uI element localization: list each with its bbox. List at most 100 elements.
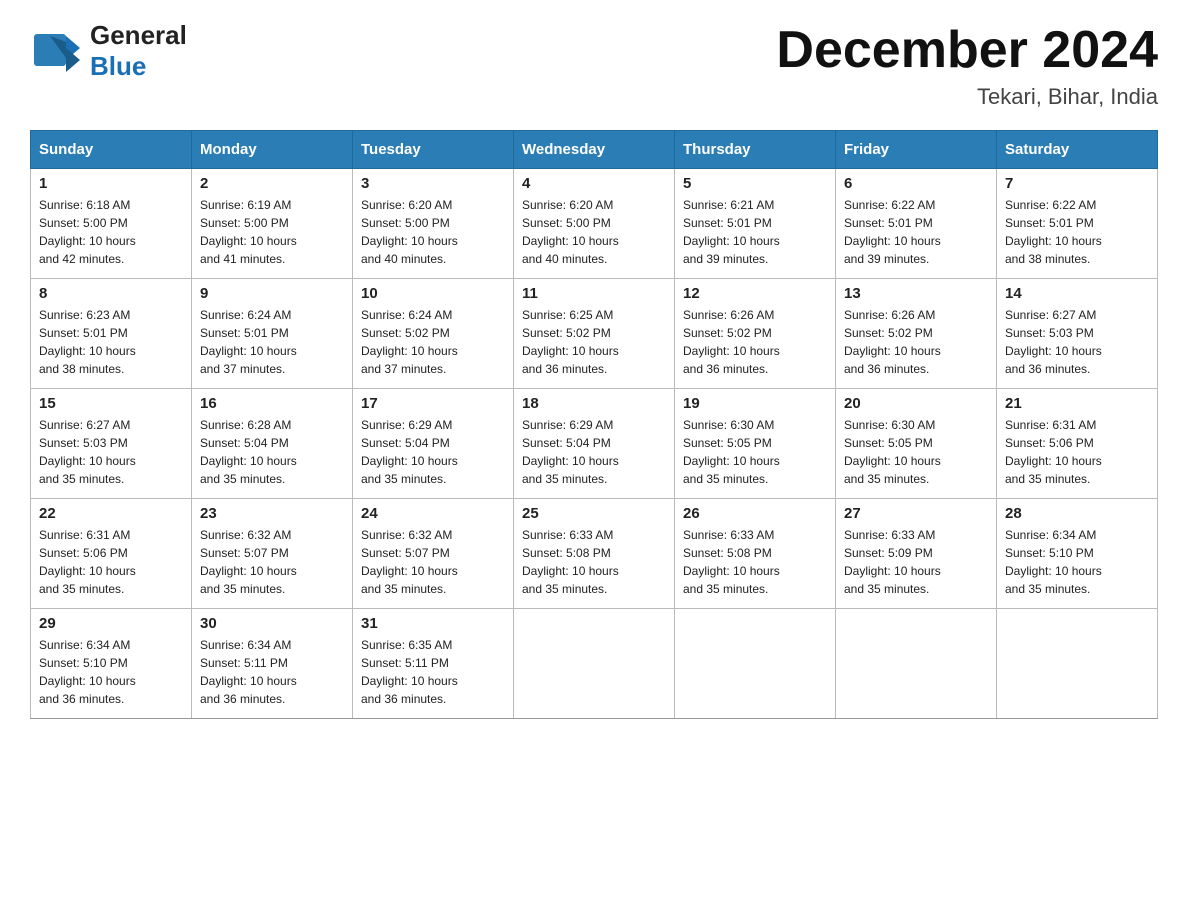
- day-info: Sunrise: 6:23 AMSunset: 5:01 PMDaylight:…: [39, 306, 183, 378]
- calendar-cell: 13 Sunrise: 6:26 AMSunset: 5:02 PMDayligh…: [836, 279, 997, 389]
- day-number: 9: [200, 285, 344, 302]
- weekday-header-wednesday: Wednesday: [514, 131, 675, 169]
- day-number: 5: [683, 175, 827, 192]
- day-info: Sunrise: 6:35 AMSunset: 5:11 PMDaylight:…: [361, 636, 505, 708]
- day-number: 23: [200, 505, 344, 522]
- calendar-cell: 16 Sunrise: 6:28 AMSunset: 5:04 PMDayligh…: [192, 389, 353, 499]
- day-info: Sunrise: 6:27 AMSunset: 5:03 PMDaylight:…: [39, 416, 183, 488]
- calendar-cell: 24 Sunrise: 6:32 AMSunset: 5:07 PMDayligh…: [353, 499, 514, 609]
- logo-line2: Blue: [90, 51, 187, 82]
- calendar-cell: 27 Sunrise: 6:33 AMSunset: 5:09 PMDayligh…: [836, 499, 997, 609]
- calendar-cell: [836, 609, 997, 719]
- day-number: 30: [200, 615, 344, 632]
- day-info: Sunrise: 6:34 AMSunset: 5:11 PMDaylight:…: [200, 636, 344, 708]
- calendar-cell: 20Sunrise: 6:30 AMSunset: 5:05 PMDayligh…: [836, 389, 997, 499]
- day-info: Sunrise: 6:22 AMSunset: 5:01 PMDaylight:…: [1005, 196, 1149, 268]
- day-number: 8: [39, 285, 183, 302]
- day-info: Sunrise: 6:30 AMSunset: 5:05 PMDaylight:…: [683, 416, 827, 488]
- calendar-table: SundayMondayTuesdayWednesdayThursdayFrid…: [30, 130, 1158, 719]
- calendar-header: SundayMondayTuesdayWednesdayThursdayFrid…: [31, 131, 1158, 169]
- day-number: 17: [361, 395, 505, 412]
- weekday-header-monday: Monday: [192, 131, 353, 169]
- day-number: 27: [844, 505, 988, 522]
- calendar-cell: 2Sunrise: 6:19 AMSunset: 5:00 PMDaylight…: [192, 169, 353, 279]
- day-number: 16: [200, 395, 344, 412]
- calendar-week-2: 8 Sunrise: 6:23 AMSunset: 5:01 PMDaylight…: [31, 279, 1158, 389]
- weekday-header-friday: Friday: [836, 131, 997, 169]
- calendar-cell: 1Sunrise: 6:18 AMSunset: 5:00 PMDaylight…: [31, 169, 192, 279]
- page-header: General Blue December 2024 Tekari, Bihar…: [30, 20, 1158, 110]
- calendar-cell: 12 Sunrise: 6:26 AMSunset: 5:02 PMDayligh…: [675, 279, 836, 389]
- day-number: 12: [683, 285, 827, 302]
- calendar-cell: 10 Sunrise: 6:24 AMSunset: 5:02 PMDayligh…: [353, 279, 514, 389]
- day-number: 7: [1005, 175, 1149, 192]
- title-block: December 2024 Tekari, Bihar, India: [776, 20, 1158, 110]
- day-info: Sunrise: 6:31 AMSunset: 5:06 PMDaylight:…: [39, 526, 183, 598]
- day-info: Sunrise: 6:33 AMSunset: 5:08 PMDaylight:…: [683, 526, 827, 598]
- day-info: Sunrise: 6:26 AMSunset: 5:02 PMDaylight:…: [683, 306, 827, 378]
- day-info: Sunrise: 6:34 AMSunset: 5:10 PMDaylight:…: [1005, 526, 1149, 598]
- calendar-cell: [675, 609, 836, 719]
- calendar-body: 1Sunrise: 6:18 AMSunset: 5:00 PMDaylight…: [31, 169, 1158, 719]
- day-number: 22: [39, 505, 183, 522]
- calendar-cell: [997, 609, 1158, 719]
- day-info: Sunrise: 6:33 AMSunset: 5:08 PMDaylight:…: [522, 526, 666, 598]
- day-info: Sunrise: 6:32 AMSunset: 5:07 PMDaylight:…: [200, 526, 344, 598]
- day-number: 3: [361, 175, 505, 192]
- day-number: 13: [844, 285, 988, 302]
- day-info: Sunrise: 6:29 AMSunset: 5:04 PMDaylight:…: [522, 416, 666, 488]
- calendar-cell: 17Sunrise: 6:29 AMSunset: 5:04 PMDayligh…: [353, 389, 514, 499]
- day-info: Sunrise: 6:24 AMSunset: 5:02 PMDaylight:…: [361, 306, 505, 378]
- calendar-cell: 25Sunrise: 6:33 AMSunset: 5:08 PMDayligh…: [514, 499, 675, 609]
- day-info: Sunrise: 6:33 AMSunset: 5:09 PMDaylight:…: [844, 526, 988, 598]
- day-number: 19: [683, 395, 827, 412]
- calendar-cell: 22 Sunrise: 6:31 AMSunset: 5:06 PMDayligh…: [31, 499, 192, 609]
- calendar-cell: 11 Sunrise: 6:25 AMSunset: 5:02 PMDayligh…: [514, 279, 675, 389]
- weekday-header-sunday: Sunday: [31, 131, 192, 169]
- subtitle: Tekari, Bihar, India: [776, 84, 1158, 110]
- calendar-cell: 23 Sunrise: 6:32 AMSunset: 5:07 PMDayligh…: [192, 499, 353, 609]
- logo-icon: [30, 28, 84, 82]
- day-number: 24: [361, 505, 505, 522]
- day-info: Sunrise: 6:20 AMSunset: 5:00 PMDaylight:…: [522, 196, 666, 268]
- calendar-cell: 21Sunrise: 6:31 AMSunset: 5:06 PMDayligh…: [997, 389, 1158, 499]
- calendar-cell: 29Sunrise: 6:34 AMSunset: 5:10 PMDayligh…: [31, 609, 192, 719]
- logo-text-block: General Blue: [90, 20, 187, 82]
- calendar-cell: 31 Sunrise: 6:35 AMSunset: 5:11 PMDayligh…: [353, 609, 514, 719]
- day-number: 21: [1005, 395, 1149, 412]
- day-number: 2: [200, 175, 344, 192]
- calendar-cell: 4 Sunrise: 6:20 AMSunset: 5:00 PMDaylight…: [514, 169, 675, 279]
- calendar-cell: 30 Sunrise: 6:34 AMSunset: 5:11 PMDayligh…: [192, 609, 353, 719]
- calendar-cell: 26 Sunrise: 6:33 AMSunset: 5:08 PMDayligh…: [675, 499, 836, 609]
- day-info: Sunrise: 6:24 AMSunset: 5:01 PMDaylight:…: [200, 306, 344, 378]
- day-number: 18: [522, 395, 666, 412]
- calendar-cell: 5Sunrise: 6:21 AMSunset: 5:01 PMDaylight…: [675, 169, 836, 279]
- day-number: 26: [683, 505, 827, 522]
- day-number: 11: [522, 285, 666, 302]
- day-number: 15: [39, 395, 183, 412]
- day-number: 4: [522, 175, 666, 192]
- calendar-cell: 9 Sunrise: 6:24 AMSunset: 5:01 PMDaylight…: [192, 279, 353, 389]
- day-info: Sunrise: 6:26 AMSunset: 5:02 PMDaylight:…: [844, 306, 988, 378]
- calendar-cell: [514, 609, 675, 719]
- day-info: Sunrise: 6:28 AMSunset: 5:04 PMDaylight:…: [200, 416, 344, 488]
- day-info: Sunrise: 6:32 AMSunset: 5:07 PMDaylight:…: [361, 526, 505, 598]
- logo-line1: General: [90, 20, 187, 51]
- calendar-cell: 28Sunrise: 6:34 AMSunset: 5:10 PMDayligh…: [997, 499, 1158, 609]
- calendar-week-1: 1Sunrise: 6:18 AMSunset: 5:00 PMDaylight…: [31, 169, 1158, 279]
- day-info: Sunrise: 6:27 AMSunset: 5:03 PMDaylight:…: [1005, 306, 1149, 378]
- day-info: Sunrise: 6:20 AMSunset: 5:00 PMDaylight:…: [361, 196, 505, 268]
- day-info: Sunrise: 6:25 AMSunset: 5:02 PMDaylight:…: [522, 306, 666, 378]
- day-number: 20: [844, 395, 988, 412]
- calendar-cell: 7 Sunrise: 6:22 AMSunset: 5:01 PMDaylight…: [997, 169, 1158, 279]
- calendar-week-4: 22 Sunrise: 6:31 AMSunset: 5:06 PMDayligh…: [31, 499, 1158, 609]
- day-info: Sunrise: 6:22 AMSunset: 5:01 PMDaylight:…: [844, 196, 988, 268]
- day-number: 31: [361, 615, 505, 632]
- calendar-cell: 6 Sunrise: 6:22 AMSunset: 5:01 PMDaylight…: [836, 169, 997, 279]
- weekday-header-thursday: Thursday: [675, 131, 836, 169]
- logo: General Blue: [30, 20, 187, 82]
- day-number: 6: [844, 175, 988, 192]
- day-number: 10: [361, 285, 505, 302]
- calendar-cell: 19 Sunrise: 6:30 AMSunset: 5:05 PMDayligh…: [675, 389, 836, 499]
- weekday-header-saturday: Saturday: [997, 131, 1158, 169]
